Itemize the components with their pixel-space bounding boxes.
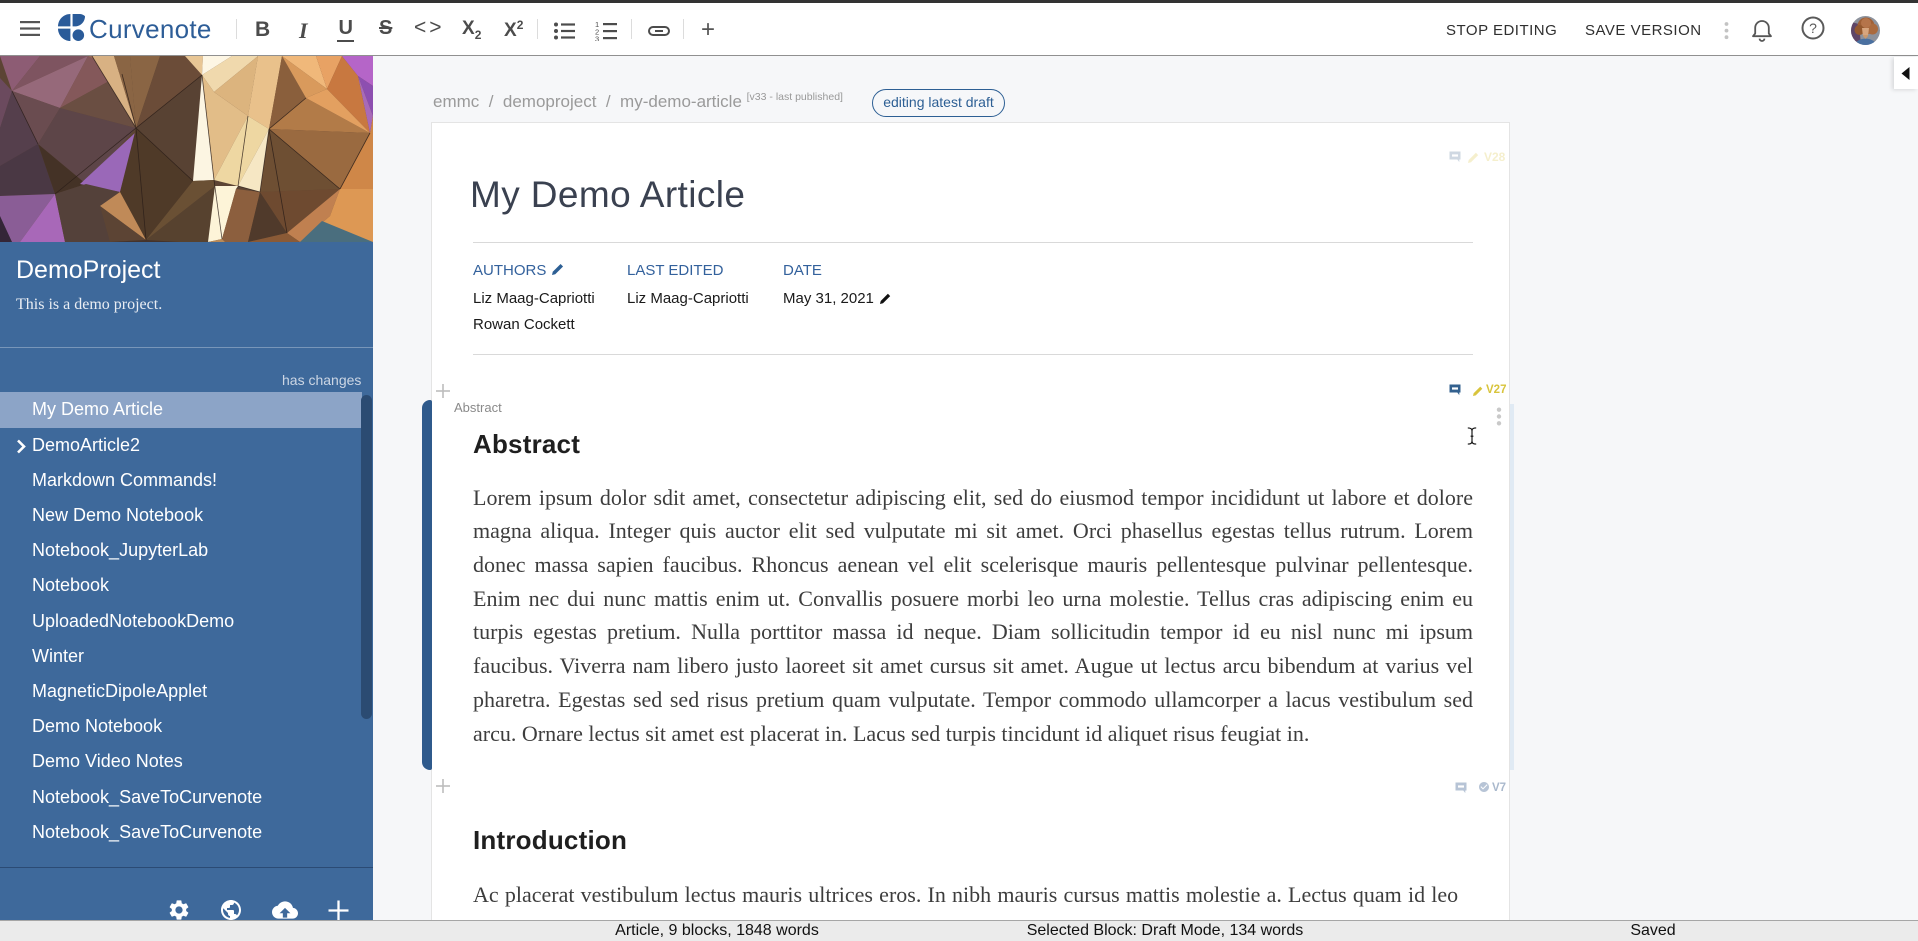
svg-text:3: 3 [595,35,599,42]
svg-text:?: ? [1809,20,1817,36]
